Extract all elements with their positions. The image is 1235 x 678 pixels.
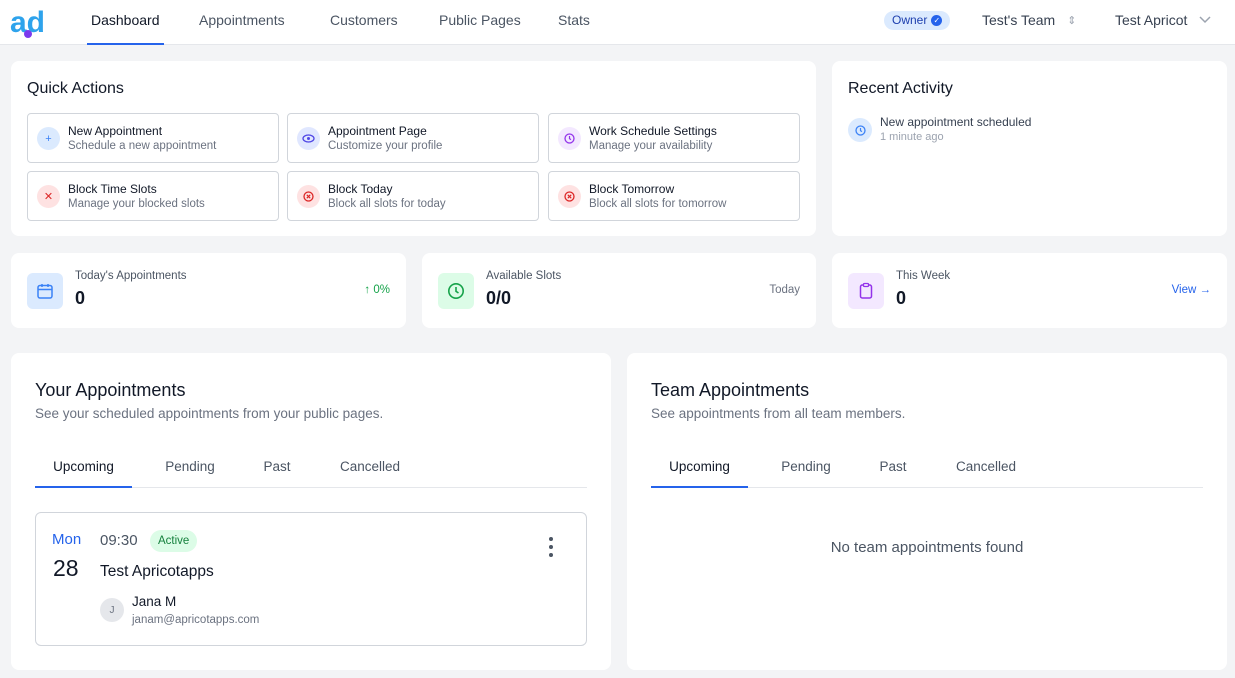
qa-label: Work Schedule Settings <box>589 124 717 138</box>
qa-label: Block Time Slots <box>68 182 157 196</box>
appointment-page-button[interactable]: Appointment Page Customize your profile <box>287 113 539 163</box>
calendar-icon <box>27 273 63 309</box>
qa-label: Block Today <box>328 182 393 196</box>
qa-label: Block Tomorrow <box>589 182 675 196</box>
customer-email: janam@apricotapps.com <box>132 614 260 626</box>
empty-state: No team appointments found <box>830 539 1024 556</box>
stat-label: This Week <box>896 270 951 282</box>
tab-pending[interactable]: Pending <box>769 450 843 488</box>
appointment-tabs: Upcoming Pending Past Cancelled <box>35 450 587 488</box>
team-name: Test's Team <box>982 12 1056 28</box>
recent-activity-card: Recent Activity New appointment schedule… <box>832 61 1227 236</box>
chevron-down-icon <box>1199 16 1211 24</box>
your-appointments-card: Your Appointments See your scheduled app… <box>11 353 611 670</box>
more-options-icon[interactable] <box>544 537 558 557</box>
plus-icon: + <box>37 127 60 150</box>
stat-card-todays-appointments: Today's Appointments 0 ↑ 0% <box>11 253 406 328</box>
tab-upcoming[interactable]: Upcoming <box>651 450 748 488</box>
tab-upcoming[interactable]: Upcoming <box>35 450 132 488</box>
tab-cancelled[interactable]: Cancelled <box>329 450 411 488</box>
block-icon <box>297 185 320 208</box>
tab-pending[interactable]: Pending <box>153 450 227 488</box>
section-subtitle: See appointments from all team members. <box>651 406 906 421</box>
clock-icon <box>438 273 474 309</box>
tab-cancelled[interactable]: Cancelled <box>945 450 1027 488</box>
work-schedule-settings-button[interactable]: Work Schedule Settings Manage your avail… <box>548 113 800 163</box>
team-selector[interactable]: Test's Team ⇕ <box>982 12 1076 28</box>
block-today-button[interactable]: Block Today Block all slots for today <box>287 171 539 221</box>
section-subtitle: See your scheduled appointments from you… <box>35 406 384 421</box>
section-title: Team Appointments <box>651 380 810 400</box>
block-tomorrow-button[interactable]: Block Tomorrow Block all slots for tomor… <box>548 171 800 221</box>
nav-tab-customers[interactable]: Customers <box>330 0 398 45</box>
team-appointments-card: Team Appointments See appointments from … <box>627 353 1227 670</box>
stat-value: 0 <box>896 288 907 308</box>
tab-past[interactable]: Past <box>865 450 921 488</box>
section-title: Your Appointments <box>35 380 186 400</box>
top-navbar: ad Dashboard Appointments Customers Publ… <box>0 0 1235 45</box>
status-badge: Active <box>150 530 198 552</box>
recent-activity-title: Recent Activity <box>848 80 953 97</box>
role-badge-label: Owner <box>892 13 928 27</box>
appointment-day: Mon <box>52 531 82 548</box>
activity-time: 1 minute ago <box>880 131 944 143</box>
verified-check-icon: ✓ <box>931 15 943 26</box>
nav-tab-stats[interactable]: Stats <box>558 0 590 45</box>
appointment-title: Test Apricotapps <box>100 563 214 580</box>
qa-sub: Block all slots for today <box>328 198 446 210</box>
stat-value: 0 <box>75 288 86 308</box>
user-menu[interactable]: Test Apricot <box>1115 12 1211 28</box>
qa-sub: Customize your profile <box>328 140 443 152</box>
appointment-card[interactable]: Mon 28 09:30 Active Test Apricotapps J J… <box>35 512 587 646</box>
block-icon <box>558 185 581 208</box>
quick-actions-title: Quick Actions <box>27 80 124 97</box>
qa-label: New Appointment <box>68 124 163 138</box>
clock-icon <box>558 127 581 150</box>
qa-sub: Manage your availability <box>589 140 713 152</box>
nav-tab-dashboard[interactable]: Dashboard <box>87 0 164 45</box>
stat-label: Today's Appointments <box>75 270 187 282</box>
stat-card-available-slots: Available Slots 0/0 Today <box>422 253 816 328</box>
stat-card-this-week: This Week 0 View → <box>832 253 1227 328</box>
appointment-date: 28 <box>53 555 79 581</box>
customer-name: Jana M <box>132 594 177 609</box>
nav-tab-appointments[interactable]: Appointments <box>199 0 285 45</box>
x-icon: ✕ <box>37 185 60 208</box>
eye-icon <box>297 127 320 150</box>
qa-sub: Block all slots for tomorrow <box>589 198 727 210</box>
qa-label: Appointment Page <box>328 124 427 138</box>
qa-sub: Schedule a new appointment <box>68 140 217 152</box>
trend-indicator: ↑ 0% <box>364 284 390 296</box>
clock-icon <box>848 118 872 142</box>
qa-sub: Manage your blocked slots <box>68 198 205 210</box>
activity-text: New appointment scheduled <box>880 115 1032 129</box>
role-badge: Owner ✓ <box>884 11 951 30</box>
chevron-up-down-icon: ⇕ <box>1067 14 1077 27</box>
period-label: Today <box>769 284 800 296</box>
appointment-tabs: Upcoming Pending Past Cancelled <box>651 450 1203 488</box>
quick-actions-card: Quick Actions + New Appointment Schedule… <box>11 61 816 236</box>
clipboard-icon <box>848 273 884 309</box>
stat-value: 0/0 <box>486 288 512 308</box>
new-appointment-button[interactable]: + New Appointment Schedule a new appoint… <box>27 113 279 163</box>
block-time-slots-button[interactable]: ✕ Block Time Slots Manage your blocked s… <box>27 171 279 221</box>
app-logo[interactable]: ad <box>10 6 50 40</box>
avatar: J <box>100 598 124 622</box>
nav-tab-public-pages[interactable]: Public Pages <box>439 0 521 45</box>
stat-label: Available Slots <box>486 270 562 282</box>
appointment-time: 09:30 <box>100 532 138 549</box>
tab-past[interactable]: Past <box>249 450 305 488</box>
user-name: Test Apricot <box>1115 12 1188 28</box>
view-link[interactable]: View → <box>1172 284 1211 296</box>
